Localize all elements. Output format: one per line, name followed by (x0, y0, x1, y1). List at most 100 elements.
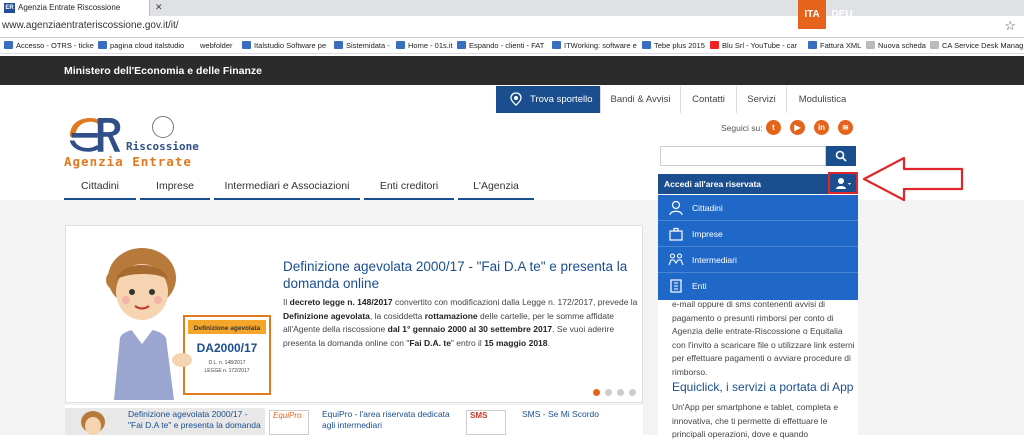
sms-logo: SMS (466, 410, 506, 435)
person-icon (669, 200, 683, 216)
dropdown-item-cittadini[interactable]: Cittadini (658, 195, 858, 221)
dropdown-item-imprese[interactable]: Imprese (658, 221, 858, 247)
carousel-dots (593, 383, 641, 401)
mainnav-enti-creditori[interactable]: Enti creditori (364, 180, 454, 200)
search-button[interactable] (826, 146, 856, 166)
thumb-image (81, 411, 105, 435)
topnav-modulistica[interactable]: Modulistica (786, 86, 858, 113)
topnav-bandi[interactable]: Bandi & Avvisi (600, 86, 680, 113)
bookmark-item[interactable]: ITWorking: software e (552, 41, 637, 50)
lang-ita-button[interactable]: ITA (798, 0, 826, 29)
equiclick-title[interactable]: Equiclick, i servizi a portata di App (672, 380, 853, 394)
bookmark-favicon-icon (930, 41, 939, 49)
right-notice-text: e-mail oppure di sms contenenti avvisi d… (672, 299, 855, 377)
dropdown-item-label: Imprese (692, 229, 723, 239)
mainnav-imprese[interactable]: Imprese (140, 180, 210, 200)
briefcase-icon (669, 227, 683, 241)
bookmark-item[interactable]: CA Service Desk Manag (930, 41, 1023, 50)
thumb-item[interactable]: EquiPro EquiPro - l'area riservata dedic… (265, 408, 460, 435)
favicon-icon: ER (4, 3, 15, 13)
poster-title: Definizione agevolata (194, 325, 261, 332)
bookmark-item[interactable]: Fattura XML (808, 41, 861, 50)
equipro-logo: EquiPro (269, 410, 309, 435)
mainnav-agenzia[interactable]: L'Agenzia (458, 180, 534, 200)
user-icon (836, 178, 851, 189)
url-text[interactable]: www.agenziaentrateriscossione.gov.it/it/ (2, 20, 179, 31)
seguici-label: Seguici su: (721, 123, 763, 133)
topnav-trova-sportello[interactable]: Trova sportello (496, 86, 600, 113)
bookmark-favicon-icon (642, 41, 651, 49)
annotation-arrow-icon (862, 156, 964, 202)
mainnav-intermediari[interactable]: Intermediari e Associazioni (214, 180, 360, 200)
slide-title[interactable]: Definizione agevolata 2000/17 - "Fai D.A… (283, 258, 633, 292)
equiclick-text: Un'App per smartphone e tablet, completa… (672, 402, 839, 440)
bookmark-favicon-icon (457, 41, 466, 49)
tab-close-icon[interactable]: ✕ (155, 2, 163, 13)
carousel-dot[interactable] (605, 389, 612, 396)
logo-riscossione-text: Riscossione (126, 140, 199, 153)
topnav-contatti[interactable]: Contatti (680, 86, 736, 113)
area-riservata-dropdown: Cittadini Imprese Intermediari Enti (658, 195, 858, 300)
thumb-item[interactable]: Definizione agevolata 2000/17 - "Fai D.A… (65, 408, 265, 435)
topnav-servizi[interactable]: Servizi (736, 86, 786, 113)
slide-text: Il decreto legge n. 148/2017 convertito … (283, 297, 638, 348)
youtube-icon (710, 41, 719, 49)
youtube-icon[interactable]: ▶ (790, 120, 805, 135)
dropdown-item-label: Enti (692, 281, 707, 291)
map-pin-icon (510, 92, 522, 106)
bookmark-favicon-icon (396, 41, 405, 49)
dropdown-item-label: Intermediari (692, 255, 737, 265)
area-riservata-label[interactable]: Accedi all'area riservata (658, 174, 828, 194)
twitter-icon[interactable]: t (766, 120, 781, 135)
carousel-dot[interactable] (593, 389, 600, 396)
dropdown-item-intermediari[interactable]: Intermediari (658, 247, 858, 273)
thumb-title: Definizione agevolata 2000/17 - "Fai D.A… (128, 409, 261, 430)
thumb-title: SMS - Se Mi Scordo (522, 409, 599, 419)
bookmark-item[interactable]: Sistemidata - (334, 41, 390, 50)
ministry-bar: Ministero dell'Economia e delle Finanze (0, 56, 1024, 85)
bookmark-item[interactable]: Espando - clienti - FAT (457, 41, 544, 50)
carousel-dot[interactable] (617, 389, 624, 396)
thumb-title: EquiPro - l'area riservata dedicata agli… (322, 409, 450, 430)
thumb-item[interactable]: SMS SMS - Se Mi Scordo (462, 408, 642, 435)
bookmark-item[interactable]: Home - 01s.it (396, 41, 453, 50)
cartoon-woman-illustration: Definizione agevolata DA2000/17 D.L. n. … (106, 248, 271, 400)
dropdown-item-enti[interactable]: Enti (658, 273, 858, 299)
bookmark-favicon-icon (98, 41, 107, 49)
bookmarks-bar: Accesso - OTRS - ticke pagina cloud ital… (0, 38, 1024, 54)
carousel-dot[interactable] (629, 389, 636, 396)
bookmark-favicon-icon (866, 41, 875, 49)
tab-title: Agenzia Entrate Riscossione (18, 3, 121, 12)
poster-big: DA2000/17 (197, 341, 258, 355)
area-riservata-toggle-button[interactable] (828, 172, 858, 194)
poster-line1: D.L. n. 148/2017 (209, 360, 246, 366)
topnav-label: Trova sportello (530, 94, 593, 105)
ministry-title[interactable]: Ministero dell'Economia e delle Finanze (64, 65, 262, 77)
bookmark-item[interactable]: Tebe plus 2015 (642, 41, 705, 50)
bookmark-favicon-icon (242, 41, 251, 49)
bookmark-item[interactable]: Nuova scheda (866, 41, 926, 50)
bookmark-item[interactable]: pagina cloud italstudio (98, 41, 184, 50)
bookmark-favicon-icon (334, 41, 343, 49)
bookmark-item[interactable]: Blu Srl - YouTube - car (710, 41, 797, 50)
lang-deu-button[interactable]: DEU (826, 0, 858, 29)
logo-agenzia-text: Agenzia Entrate (64, 154, 192, 169)
browser-tabbar: ER Agenzia Entrate Riscossione ✕ (0, 0, 1024, 16)
logo-er-icon[interactable] (66, 112, 124, 154)
address-bar[interactable]: www.agenziaentrateriscossione.gov.it/it/… (0, 16, 1024, 38)
linkedin-icon[interactable]: in (814, 120, 829, 135)
people-icon (668, 253, 684, 266)
bookmark-star-icon[interactable]: ☆ (1004, 18, 1016, 34)
poster-line2: LEGGE n. 172/2017 (204, 368, 249, 374)
bookmark-item[interactable]: Accesso - OTRS - ticke (4, 41, 94, 50)
dropdown-item-label: Cittadini (692, 203, 723, 213)
bookmark-favicon-icon (4, 41, 13, 49)
bookmark-item[interactable]: webfolder (200, 41, 233, 50)
browser-tab[interactable]: ER Agenzia Entrate Riscossione (0, 0, 150, 16)
rss-icon[interactable]: ≋ (838, 120, 853, 135)
republic-emblem-icon (152, 116, 174, 138)
mainnav-cittadini[interactable]: Cittadini (64, 180, 136, 200)
bookmark-item[interactable]: Italstudio Software pe (242, 41, 326, 50)
search-input[interactable] (660, 146, 826, 166)
bookmark-favicon-icon (552, 41, 561, 49)
